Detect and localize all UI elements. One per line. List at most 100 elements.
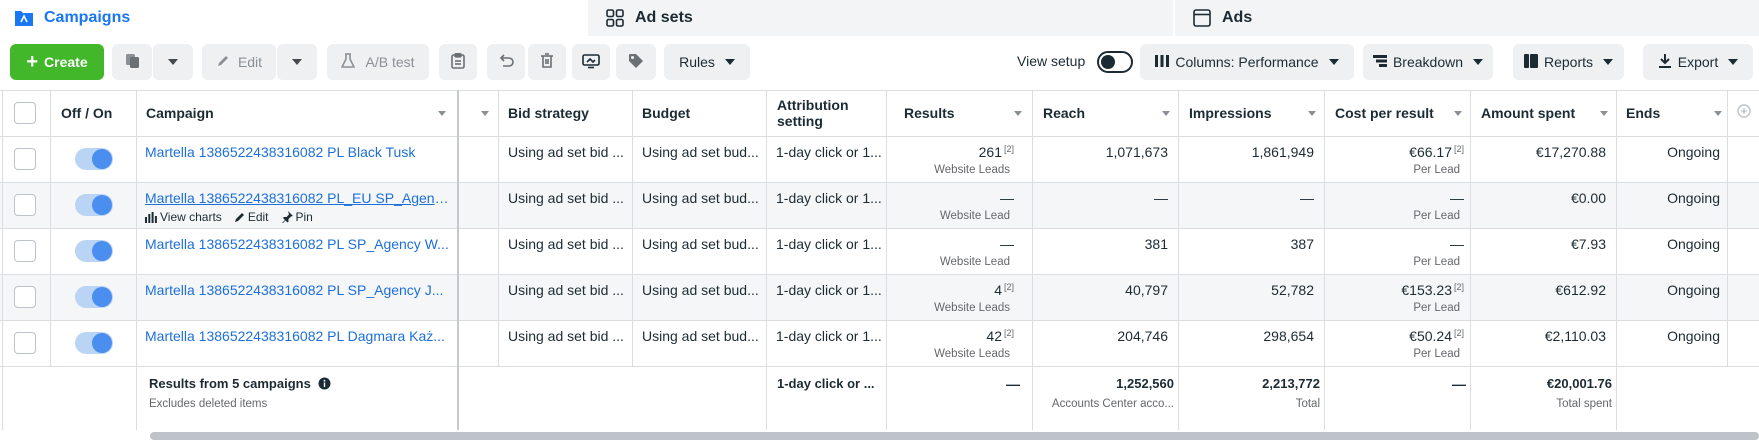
campaign-name-link[interactable]: Martella 1386522438316082 PL_EU SP_Agenc… bbox=[145, 190, 450, 206]
campaign-name-link[interactable]: Martella 1386522438316082 PL Black Tusk bbox=[145, 144, 450, 160]
column-header-attribution[interactable]: Attribution setting bbox=[777, 90, 849, 136]
delete-button[interactable] bbox=[528, 44, 566, 80]
row-checkbox[interactable] bbox=[14, 286, 36, 308]
sort-caret-icon bbox=[1162, 111, 1170, 116]
cost-per-result-cell: €50.24 [2] bbox=[1328, 328, 1464, 344]
row-checkbox[interactable] bbox=[14, 240, 36, 262]
sort-caret-icon bbox=[1714, 111, 1722, 116]
column-header-off-on[interactable]: Off / On bbox=[61, 90, 112, 136]
divider bbox=[766, 90, 767, 430]
attribution-cell: 1-day click or 1... bbox=[776, 236, 882, 252]
column-header-cost-per-result[interactable]: Cost per result bbox=[1335, 90, 1465, 136]
reach-cell: 1,071,673 bbox=[1105, 144, 1168, 160]
cell-value: — bbox=[1450, 236, 1464, 252]
tab-label: Ads bbox=[1222, 9, 1253, 26]
column-header-results[interactable]: Results bbox=[904, 90, 1024, 136]
view-charts-link[interactable]: View charts bbox=[145, 210, 222, 224]
divider bbox=[2, 90, 3, 430]
summary-results: — bbox=[1006, 376, 1020, 392]
columns-dropdown[interactable]: Columns: Performance bbox=[1140, 44, 1354, 80]
view-setup-toggle[interactable] bbox=[1097, 51, 1133, 73]
preview-button[interactable] bbox=[572, 44, 610, 80]
tab-ad-sets[interactable]: Ad sets bbox=[586, 0, 1173, 36]
columns-icon bbox=[1155, 54, 1170, 70]
summary-impressions: 2,213,772 bbox=[1262, 376, 1320, 391]
tag-button[interactable] bbox=[616, 44, 656, 80]
header-label: Ends bbox=[1626, 105, 1661, 121]
tab-ads[interactable]: Ads bbox=[1173, 0, 1759, 36]
cost-per-result-cell: — bbox=[1328, 190, 1464, 206]
campaign-name-link[interactable]: Martella 1386522438316082 PL SP_Agency W… bbox=[145, 236, 450, 252]
campaign-toggle[interactable] bbox=[75, 332, 113, 354]
divider bbox=[0, 136, 1759, 137]
duplicate-dropdown[interactable] bbox=[153, 44, 193, 80]
edit-button[interactable]: Edit bbox=[202, 44, 276, 80]
undo-button[interactable] bbox=[487, 44, 525, 80]
ab-test-button[interactable]: A/B test bbox=[327, 44, 429, 80]
summary-title-text: Results from 5 campaigns bbox=[149, 376, 311, 391]
divider bbox=[50, 90, 51, 366]
column-header-amount-spent[interactable]: Amount spent bbox=[1481, 90, 1611, 136]
summary-cost-per-result: — bbox=[1452, 376, 1466, 392]
footnote-marker: [2] bbox=[1003, 144, 1014, 154]
rules-dropdown[interactable]: Rules bbox=[664, 44, 750, 80]
header-label: Results bbox=[904, 105, 955, 121]
tab-campaigns[interactable]: Campaigns bbox=[0, 0, 586, 36]
footnote-marker: [2] bbox=[1453, 328, 1464, 338]
campaign-toggle[interactable] bbox=[75, 194, 113, 216]
add-column-icon[interactable] bbox=[1737, 104, 1751, 121]
header-label: Attribution bbox=[777, 97, 849, 113]
summary-amount-spent-sub: Total spent bbox=[1556, 398, 1612, 410]
info-icon[interactable] bbox=[318, 377, 331, 393]
row-pin-link[interactable]: Pin bbox=[281, 210, 313, 224]
export-dropdown[interactable]: Export bbox=[1643, 44, 1753, 80]
pencil-icon bbox=[234, 212, 244, 222]
divider bbox=[1324, 90, 1325, 430]
create-button[interactable]: + Create bbox=[10, 44, 104, 80]
amount-spent-cell: €2,110.03 bbox=[1544, 328, 1606, 344]
campaign-toggle[interactable] bbox=[75, 240, 113, 262]
reports-dropdown[interactable]: Reports bbox=[1513, 44, 1624, 80]
row-checkbox[interactable] bbox=[14, 332, 36, 354]
column-header-ends[interactable]: Ends bbox=[1626, 90, 1726, 136]
footnote-marker: [2] bbox=[1453, 144, 1464, 154]
column-header-hidden[interactable] bbox=[466, 90, 496, 136]
select-all-checkbox[interactable] bbox=[14, 102, 36, 124]
horizontal-scrollbar[interactable] bbox=[150, 432, 1759, 440]
clipboard-button[interactable] bbox=[439, 44, 477, 80]
preview-icon bbox=[582, 53, 600, 72]
impressions-cell: — bbox=[1300, 190, 1314, 206]
divider bbox=[0, 320, 1759, 321]
columns-label: Columns: Performance bbox=[1175, 54, 1319, 70]
duplicate-button[interactable] bbox=[112, 44, 152, 80]
row-edit-link[interactable]: Edit bbox=[234, 210, 269, 224]
campaign-toggle[interactable] bbox=[75, 148, 113, 170]
breakdown-dropdown[interactable]: Breakdown bbox=[1363, 44, 1493, 80]
column-header-impressions[interactable]: Impressions bbox=[1189, 90, 1319, 136]
header-label: Off / On bbox=[61, 105, 113, 121]
toggle-knob bbox=[92, 287, 112, 307]
row-checkbox[interactable] bbox=[14, 148, 36, 170]
column-header-campaign[interactable]: Campaign bbox=[146, 90, 450, 136]
results-sublabel: Website Leads bbox=[934, 348, 1010, 360]
column-header-budget[interactable]: Budget bbox=[642, 90, 690, 136]
campaign-name-link[interactable]: Martella 1386522438316082 PL SP_Agency J… bbox=[145, 282, 450, 298]
sort-caret-icon bbox=[1600, 111, 1608, 116]
results-sublabel: Website Leads bbox=[934, 164, 1010, 176]
results-cell: 261 [2] bbox=[890, 144, 1014, 160]
column-header-reach[interactable]: Reach bbox=[1043, 90, 1173, 136]
reports-icon bbox=[1523, 53, 1538, 71]
cell-value: — bbox=[1450, 190, 1464, 206]
row-checkbox[interactable] bbox=[14, 194, 36, 216]
sort-caret-icon bbox=[481, 111, 489, 116]
toggle-knob bbox=[1101, 55, 1115, 69]
campaign-toggle[interactable] bbox=[75, 286, 113, 308]
summary-reach: 1,252,560 bbox=[1036, 376, 1174, 391]
footnote-marker: [2] bbox=[1453, 282, 1464, 292]
column-header-bid-strategy[interactable]: Bid strategy bbox=[508, 90, 589, 136]
campaign-name-link[interactable]: Martella 1386522438316082 PL Dagmara Każ… bbox=[145, 328, 450, 344]
cell-value: 261 bbox=[978, 144, 1002, 160]
edit-dropdown[interactable] bbox=[277, 44, 317, 80]
level-tabs: Campaigns Ad sets Ads bbox=[0, 0, 1759, 36]
header-label: Bid strategy bbox=[508, 105, 589, 121]
